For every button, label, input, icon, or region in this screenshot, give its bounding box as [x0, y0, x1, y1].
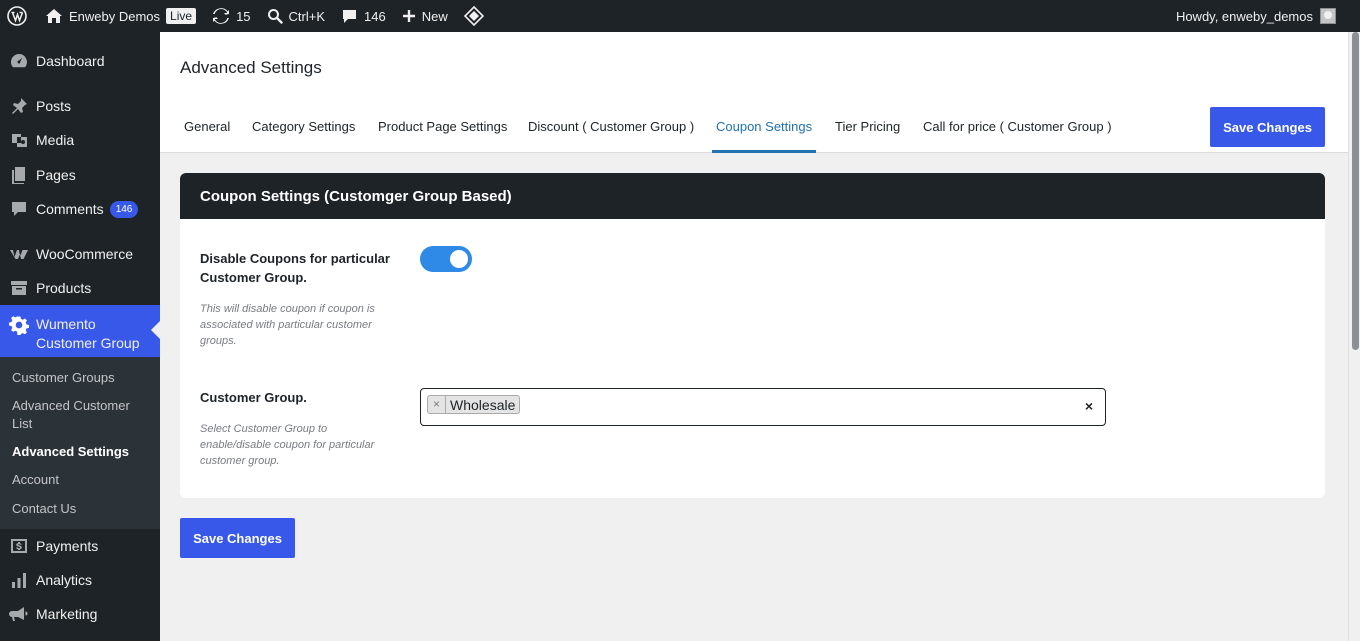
sidebar-item-products[interactable]: Products [0, 277, 160, 299]
plugin-diamond-icon[interactable] [456, 0, 492, 32]
site-name: Enweby Demos [69, 8, 161, 24]
command-search-link[interactable]: Ctrl+K [259, 0, 333, 32]
admin-sidebar: Dashboard Posts Media Pages Comments 146… [0, 32, 160, 641]
comments-count-badge: 146 [109, 200, 139, 218]
sidebar-item-analytics[interactable]: Analytics [0, 569, 160, 591]
updates-count: 15 [236, 8, 251, 24]
updates-icon [213, 8, 230, 24]
avatar [1320, 8, 1336, 24]
bar-chart-icon [0, 570, 36, 590]
new-content-link[interactable]: New [394, 0, 456, 32]
sidebar-item-pages[interactable]: Pages [0, 164, 160, 186]
disable-coupons-label: Disable Coupons for particular Customer … [200, 251, 390, 285]
page-header: Advanced Settings [160, 32, 1348, 102]
clear-selection-icon[interactable]: × [1085, 398, 1093, 414]
settings-tabs: General Category Settings Product Page S… [160, 102, 1348, 153]
scrollbar-thumb[interactable] [1352, 32, 1359, 350]
site-name-link[interactable]: Enweby Demos Live [37, 0, 204, 32]
tab-general[interactable]: General [180, 102, 234, 153]
save-changes-button-top[interactable]: Save Changes [1210, 107, 1325, 147]
submenu-item-contact-us[interactable]: Contact Us [12, 500, 152, 518]
live-badge: Live [166, 8, 197, 24]
archive-box-icon [0, 278, 36, 298]
sidebar-item-marketing[interactable]: Marketing [0, 603, 160, 625]
comments-count: 146 [364, 8, 386, 24]
tab-category-settings[interactable]: Category Settings [248, 102, 359, 153]
payments-icon [0, 536, 36, 556]
new-label: New [421, 8, 448, 24]
updates-link[interactable]: 15 [204, 0, 258, 32]
woocommerce-icon [0, 244, 36, 264]
plus-icon [402, 10, 415, 22]
sidebar-item-payments[interactable]: Payments [0, 535, 160, 557]
customer-group-select[interactable]: × Wholesale × [420, 388, 1106, 426]
card-title: Coupon Settings (Customger Group Based) [180, 173, 1325, 219]
selected-group-tag: × Wholesale [427, 395, 521, 414]
toggle-knob [450, 250, 468, 268]
sidebar-item-wumento-customer-group[interactable]: Wumento Customer Group [0, 305, 160, 357]
comments-icon [0, 199, 36, 219]
customer-group-description: Select Customer Group to enable/disable … [200, 423, 375, 467]
wordpress-logo-icon[interactable] [0, 0, 37, 32]
page-title: Advanced Settings [180, 58, 322, 77]
submenu-item-account[interactable]: Account [12, 471, 152, 489]
selected-group-label: Wholesale [450, 396, 516, 413]
submenu-item-advanced-settings[interactable]: Advanced Settings [12, 443, 152, 461]
disable-coupons-toggle[interactable] [420, 246, 472, 272]
tag-remove-icon[interactable]: × [428, 396, 447, 413]
active-menu-arrow [151, 321, 160, 339]
tab-tier-pricing[interactable]: Tier Pricing [831, 102, 904, 153]
pushpin-icon [0, 96, 36, 116]
admin-bar: Enweby Demos Live 15 Ctrl+K 146 New Howd… [0, 0, 1360, 32]
sidebar-item-media[interactable]: Media [0, 129, 160, 151]
customer-group-label: Customer Group. [200, 390, 307, 405]
tab-product-page-settings[interactable]: Product Page Settings [374, 102, 511, 153]
wumento-label-line2: Customer Group [36, 335, 140, 351]
wumento-label-line1: Wumento [36, 316, 96, 332]
dashboard-icon [0, 51, 36, 71]
submenu-item-advanced-customer-list[interactable]: Advanced Customer List [12, 397, 152, 433]
pages-icon [0, 165, 36, 185]
search-shortcut: Ctrl+K [288, 8, 326, 24]
comment-icon [343, 10, 357, 23]
wumento-submenu: Customer Groups Advanced Customer List A… [0, 357, 160, 529]
tab-call-for-price[interactable]: Call for price ( Customer Group ) [919, 102, 1116, 153]
search-icon [267, 9, 283, 24]
sidebar-item-woocommerce[interactable]: WooCommerce [0, 243, 160, 265]
sidebar-item-comments[interactable]: Comments 146 [0, 198, 160, 220]
gear-icon [0, 315, 36, 335]
tab-coupon-settings[interactable]: Coupon Settings [712, 102, 817, 153]
comments-link[interactable]: 146 [333, 0, 394, 32]
my-account-link[interactable]: Howdy, enweby_demos [1176, 8, 1360, 24]
home-icon [46, 9, 62, 23]
megaphone-icon [0, 604, 36, 624]
save-changes-button-bottom[interactable]: Save Changes [180, 518, 295, 558]
tab-discount-customer-group[interactable]: Discount ( Customer Group ) [524, 102, 698, 153]
media-icon [0, 130, 36, 150]
sidebar-item-dashboard[interactable]: Dashboard [0, 50, 160, 72]
page-scrollbar[interactable] [1348, 32, 1360, 641]
sidebar-item-posts[interactable]: Posts [0, 95, 160, 117]
disable-coupons-description: This will disable coupon if coupon is as… [200, 303, 375, 347]
submenu-item-customer-groups[interactable]: Customer Groups [12, 369, 152, 387]
coupon-settings-card: Coupon Settings (Customger Group Based) … [180, 173, 1325, 498]
howdy-text: Howdy, enweby_demos [1175, 8, 1313, 24]
